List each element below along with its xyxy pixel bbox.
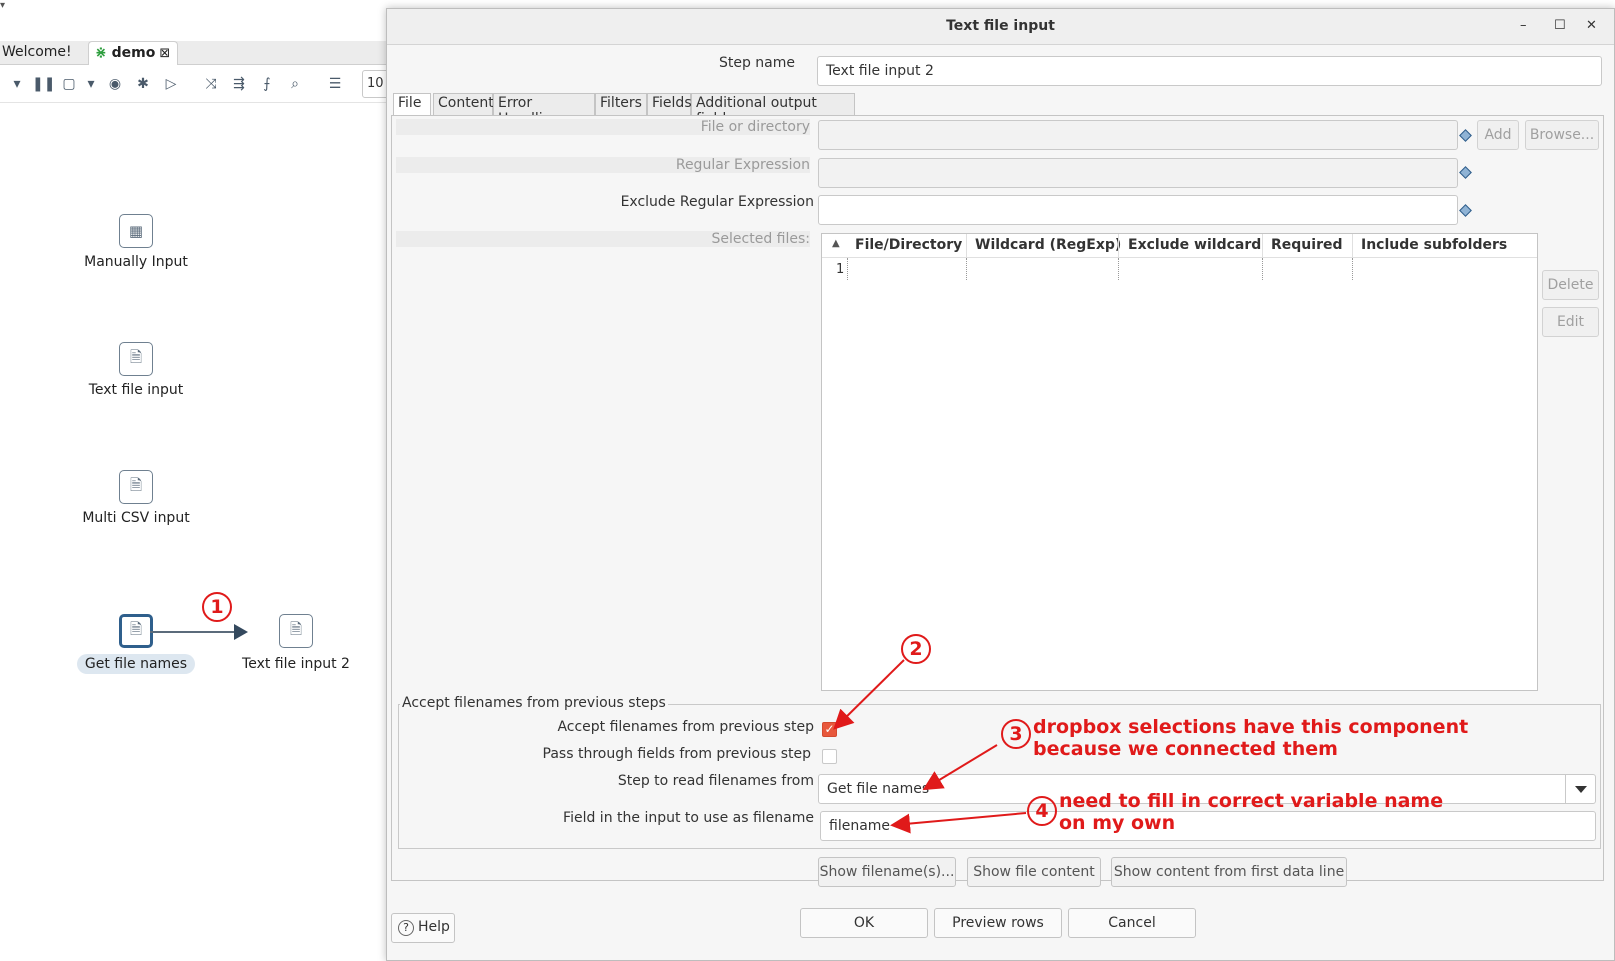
annotation-line: dropbox selections have this component: [1033, 716, 1469, 738]
annotation-arrow-3: [922, 744, 998, 791]
annotation-badge-2: 2: [901, 634, 931, 664]
annotation-arrow-2: [833, 659, 905, 730]
annotation-badge-4: 4: [1027, 796, 1057, 826]
annotation-line: need to fill in correct variable name: [1059, 790, 1444, 812]
annotation-arrow-4: [890, 812, 1027, 834]
annotation-text-3: dropbox selections have this component b…: [1033, 716, 1468, 760]
annotation-line: because we connected them: [1033, 738, 1338, 760]
annotation-line: on my own: [1059, 812, 1176, 834]
annotation-text-4: need to fill in correct variable name on…: [1059, 790, 1443, 834]
annotation-badge-3: 3: [1001, 719, 1031, 749]
